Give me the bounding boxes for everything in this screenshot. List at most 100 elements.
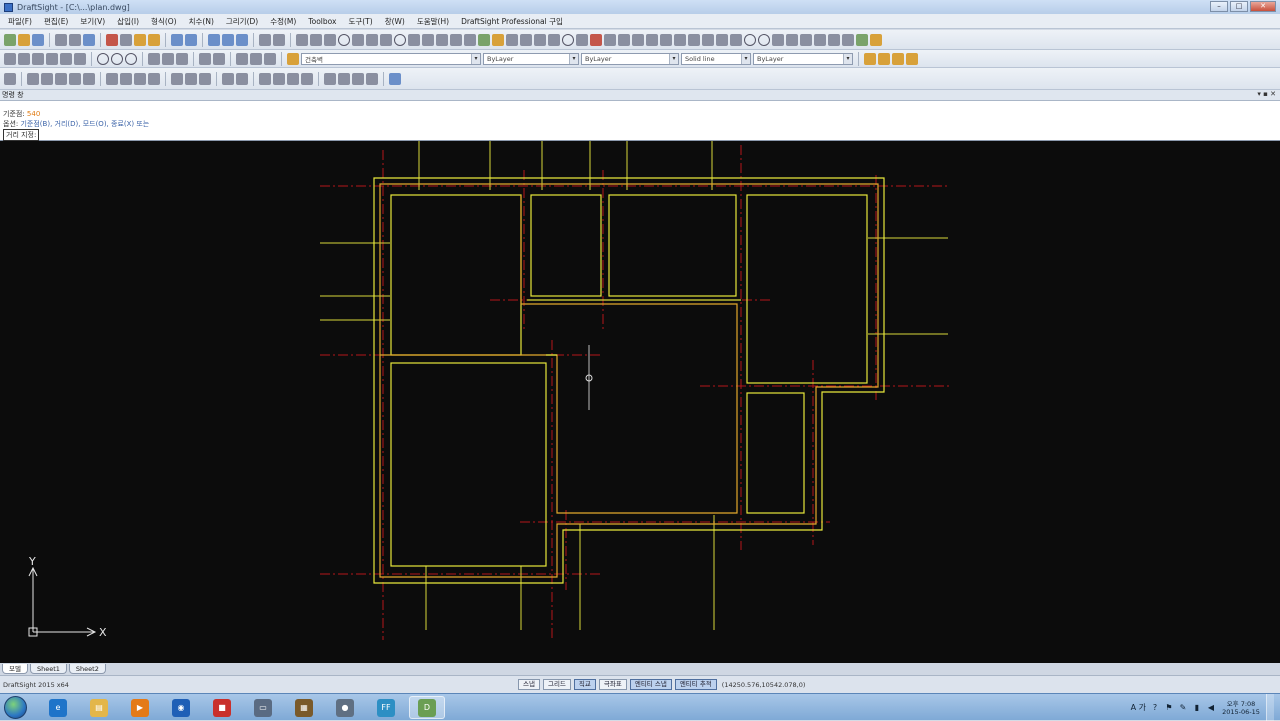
snap-nearest-icon[interactable] [199, 72, 211, 85]
copy-icon[interactable] [120, 33, 132, 46]
cut-icon[interactable] [106, 33, 118, 46]
menu-file[interactable]: 파일(F) [2, 16, 38, 27]
network-icon[interactable]: ▮ [1192, 703, 1202, 713]
snap-insertion-icon[interactable] [185, 72, 197, 85]
circle-icon[interactable] [338, 33, 350, 46]
zoom-window-icon[interactable] [236, 33, 248, 46]
chamfer-icon[interactable] [576, 33, 588, 46]
snap-endpoint-icon[interactable] [27, 72, 39, 85]
taskbar-app-media-player[interactable]: ▶ [122, 696, 158, 719]
taskbar-app-internet-explorer[interactable]: e [40, 696, 76, 719]
explode-icon[interactable] [590, 33, 602, 46]
design-resources-icon[interactable] [856, 33, 868, 46]
rotate-entity-icon[interactable] [97, 52, 109, 65]
offset-entity-icon[interactable] [46, 52, 58, 65]
tab-sheet1[interactable]: Sheet1 [29, 664, 67, 674]
snap-node-icon[interactable] [171, 72, 183, 85]
menu-window[interactable]: 창(W) [379, 16, 411, 27]
snap-quadrant-icon[interactable] [106, 72, 118, 85]
taskbar-app-browser-globe[interactable]: ◉ [163, 696, 199, 719]
ole-object-icon[interactable] [828, 33, 840, 46]
ortho-toggle[interactable]: 직교 [573, 679, 596, 690]
line-icon[interactable] [296, 33, 308, 46]
layer-print-select[interactable]: ByLayer ▾ [753, 52, 853, 65]
menu-buy-professional[interactable]: DraftSight Professional 구입 [455, 16, 569, 27]
join-icon[interactable] [632, 33, 644, 46]
snap-extension-icon[interactable] [69, 72, 81, 85]
menu-draw[interactable]: 그리기(D) [220, 16, 264, 27]
close-button[interactable]: ✕ [1250, 1, 1276, 12]
taskbar-app-monitor-app[interactable]: ▭ [245, 696, 281, 719]
menu-toolbox[interactable]: Toolbox [302, 17, 342, 26]
taskbar-app-file-explorer[interactable]: ▤ [81, 696, 117, 719]
dimension-aligned-icon[interactable] [660, 33, 672, 46]
trim-entity-icon[interactable] [148, 52, 160, 65]
dimension-radius-icon[interactable] [688, 33, 700, 46]
trim-icon[interactable] [450, 33, 462, 46]
extend-icon[interactable] [464, 33, 476, 46]
pan-icon[interactable] [208, 33, 220, 46]
properties-icon[interactable] [259, 33, 271, 46]
drawing-canvas[interactable]: Y X [0, 141, 1280, 663]
command-prompt-line[interactable]: 거리 지정: [3, 129, 1280, 141]
ucs-world-icon[interactable] [259, 72, 271, 85]
mirror-entity-icon[interactable] [32, 52, 44, 65]
snap-perpendicular-icon[interactable] [134, 72, 146, 85]
menu-view[interactable]: 보기(V) [74, 16, 111, 27]
taskbar-app-archive-app[interactable]: ▦ [286, 696, 322, 719]
menu-help[interactable]: 도움말(H) [411, 16, 455, 27]
layer-select[interactable]: 건축벽 ▾ [301, 52, 481, 65]
scale-entity-icon[interactable] [111, 52, 123, 65]
show-desktop-button[interactable] [1266, 694, 1274, 721]
layer-manager-icon[interactable] [273, 33, 285, 46]
copy-entity-icon[interactable] [18, 52, 30, 65]
move-icon[interactable] [408, 33, 420, 46]
layer-match-icon[interactable] [264, 52, 276, 65]
command-window-controls[interactable]: ▾ ▪ ✕ [1257, 90, 1276, 98]
snap-midpoint-icon[interactable] [41, 72, 53, 85]
snap-toggle[interactable]: 스냅 [518, 679, 540, 690]
snap-intersection-icon[interactable] [55, 72, 67, 85]
menu-edit[interactable]: 편집(E) [38, 16, 74, 27]
inquiry-icon[interactable] [786, 33, 798, 46]
command-window[interactable]: 기준점: 540 옵션: 기준점(B), 거리(D), 모드(O), 종료(X)… [0, 101, 1280, 141]
start-button[interactable] [4, 696, 27, 719]
xref-icon[interactable] [814, 33, 826, 46]
paste-icon[interactable] [134, 33, 146, 46]
toolbox-icon[interactable] [870, 33, 882, 46]
region-icon[interactable] [730, 33, 742, 46]
table-icon[interactable] [702, 33, 714, 46]
linestyle-select[interactable]: ByLayer ▾ [581, 52, 679, 65]
view-front-icon[interactable] [338, 72, 350, 85]
dimension-linear-icon[interactable] [646, 33, 658, 46]
freeze-icon[interactable] [892, 52, 904, 65]
move-entity-icon[interactable] [74, 52, 86, 65]
measure-icon[interactable] [772, 33, 784, 46]
spline-icon[interactable] [380, 33, 392, 46]
lock-icon[interactable] [878, 52, 890, 65]
grid-toggle[interactable]: 그리드 [542, 679, 571, 690]
arc-icon[interactable] [366, 33, 378, 46]
lineweight-select[interactable]: Solid line ▾ [681, 52, 751, 65]
polyline-icon[interactable] [324, 33, 336, 46]
stretch-icon[interactable] [604, 33, 616, 46]
taskbar-app-draftsight-app[interactable]: D [409, 696, 445, 719]
ucs-view-icon[interactable] [301, 72, 313, 85]
mirror-icon[interactable] [520, 33, 532, 46]
new-file-icon[interactable] [4, 33, 16, 46]
format-painter-icon[interactable] [148, 33, 160, 46]
minimize-button[interactable]: – [1210, 1, 1228, 12]
taskbar-app-ff-app[interactable]: FF [368, 696, 404, 719]
scale-icon[interactable] [436, 33, 448, 46]
polar-toggle[interactable]: 극좌표 [598, 679, 627, 690]
orbit-icon[interactable] [389, 72, 401, 85]
text-icon[interactable] [506, 33, 518, 46]
floor-plan-drawing[interactable]: Y X [0, 141, 1280, 663]
redo-icon[interactable] [185, 33, 197, 46]
menu-format[interactable]: 형식(O) [145, 16, 183, 27]
print-icon[interactable] [55, 33, 67, 46]
array-icon[interactable] [548, 33, 560, 46]
layer-color-icon[interactable] [287, 52, 299, 65]
edit-polyline-icon[interactable] [213, 52, 225, 65]
grid-icon[interactable] [842, 33, 854, 46]
